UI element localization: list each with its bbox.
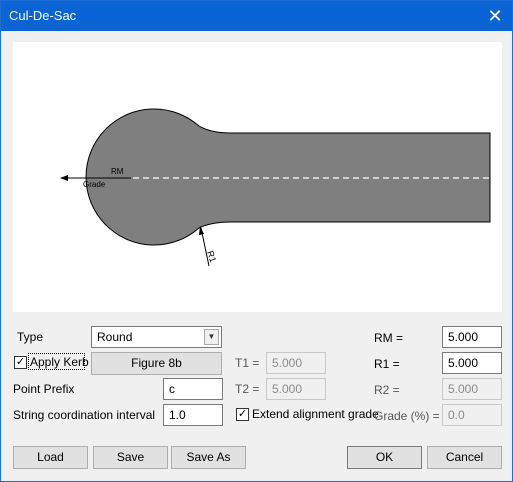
r2-input[interactable]: 5.000 <box>442 378 502 400</box>
title-bar[interactable]: Cul-De-Sac ✕ <box>1 1 512 31</box>
t1-input[interactable]: 5.000 <box>266 352 326 374</box>
window-title: Cul-De-Sac <box>9 8 77 23</box>
extend-grade-label[interactable]: Extend alignment grade <box>252 407 379 421</box>
grade-label: Grade (%) = <box>374 409 440 423</box>
t2-input[interactable]: 5.000 <box>266 378 326 400</box>
string-interval-input[interactable]: 1.0 <box>163 404 223 426</box>
rm-input[interactable]: 5.000 <box>442 326 502 348</box>
save-as-button[interactable]: Save As <box>171 446 246 469</box>
grade-label: Grade <box>83 180 106 189</box>
t2-label: T2 = <box>235 382 260 396</box>
rm-label: RM <box>111 167 124 176</box>
extend-grade-checkbox[interactable]: ✓ <box>236 408 249 421</box>
point-prefix-input[interactable]: c <box>163 378 223 400</box>
apply-kerb-label[interactable]: Apply Kerb <box>30 355 89 369</box>
r1-input[interactable]: 5.000 <box>442 352 502 374</box>
cancel-button[interactable]: Cancel <box>427 446 502 469</box>
close-icon: ✕ <box>487 6 503 26</box>
figure-button[interactable]: Figure 8b <box>91 352 222 375</box>
rm-label: RM = <box>374 331 404 345</box>
r1-label: R1 = <box>374 357 400 371</box>
apply-kerb-checkbox[interactable]: ✓ <box>14 356 27 369</box>
load-button[interactable]: Load <box>13 446 88 469</box>
chevron-down-icon[interactable]: ▼ <box>204 329 219 345</box>
cul-de-sac-preview: RM Grade R1 <box>13 42 502 312</box>
type-select[interactable]: Round ▼ <box>91 326 222 348</box>
r2-label: R2 = <box>374 383 400 397</box>
close-button[interactable]: ✕ <box>478 1 512 31</box>
cul-de-sac-diagram: RM Grade R1 <box>60 108 491 267</box>
point-prefix-label: Point Prefix <box>13 382 75 396</box>
type-label: Type <box>17 330 44 344</box>
grade-input[interactable]: 0.0 <box>442 404 502 426</box>
string-interval-label: String coordination interval <box>13 408 156 422</box>
dialog-window: Cul-De-Sac ✕ RM Grade R1 Type Round ▼ ✓ … <box>0 0 513 482</box>
r1-label: R1 <box>205 250 218 264</box>
cul-de-sac-shape <box>85 108 491 246</box>
checkmark-icon: ✓ <box>237 408 248 420</box>
t1-label: T1 = <box>235 356 260 370</box>
ok-button[interactable]: OK <box>347 446 422 469</box>
rm-arrowhead <box>60 175 68 181</box>
type-select-value: Round <box>97 330 133 344</box>
checkmark-icon: ✓ <box>15 356 26 368</box>
save-button[interactable]: Save <box>93 446 168 469</box>
